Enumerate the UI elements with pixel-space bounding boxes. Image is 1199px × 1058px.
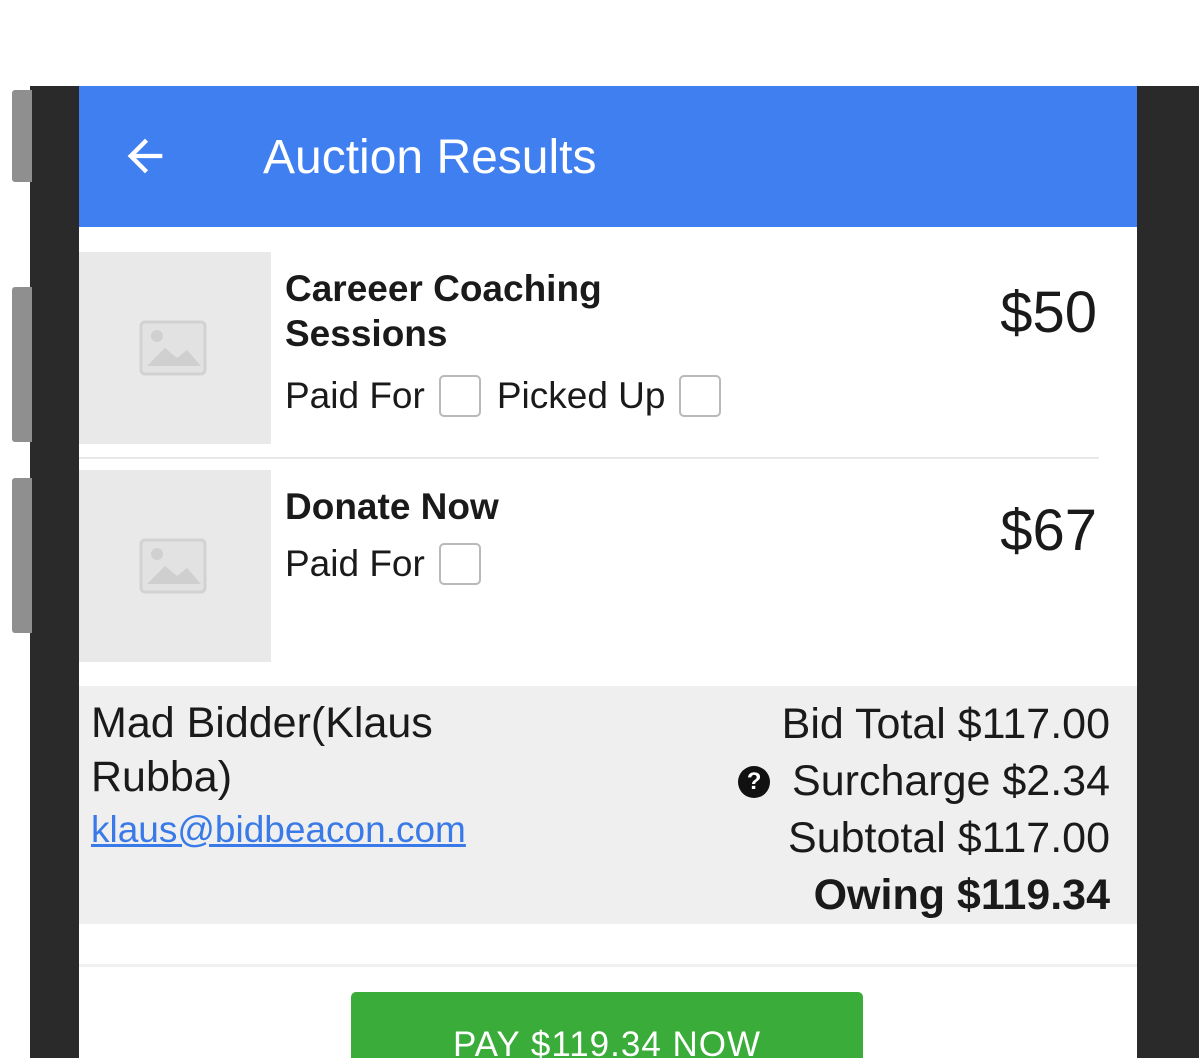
paid-for-checkbox[interactable] (438, 375, 481, 417)
volume-up-key (12, 90, 32, 182)
paid-for-label: Paid For (285, 543, 425, 584)
app-bar: Auction Results (79, 86, 1137, 227)
back-button[interactable] (119, 130, 179, 182)
auction-item[interactable]: Careeer Coaching Sessions $50 Paid For P… (79, 252, 1099, 459)
surcharge: Surcharge $2.34 (792, 757, 1110, 805)
item-price: $67 (1000, 498, 1097, 563)
power-key (12, 478, 32, 633)
arrow-left-icon (127, 138, 163, 174)
totals: Bid Total $117.00 ? Surcharge $2.34 Subt… (738, 696, 1110, 924)
question-circle-icon[interactable]: ? (738, 765, 771, 798)
item-price: $50 (1000, 280, 1097, 345)
pay-now-button[interactable]: PAY $119.34 NOW (351, 992, 863, 1058)
item-thumbnail (79, 252, 271, 444)
bidder-summary: Mad Bidder(Klaus Rubba) klaus@bidbeacon.… (79, 686, 1137, 924)
subtotal: Subtotal $117.00 (788, 814, 1110, 862)
picked-up-checkbox[interactable] (679, 375, 722, 417)
bidder-name: Mad Bidder(Klaus Rubba) (91, 699, 433, 801)
auction-item[interactable]: Donate Now $67 Paid For (79, 470, 1099, 688)
bid-total: Bid Total $117.00 (781, 700, 1110, 748)
item-title: Donate Now (285, 486, 499, 527)
item-status-checks: Paid For (285, 542, 497, 586)
picked-up-label: Picked Up (496, 375, 666, 416)
bidder-email-link[interactable]: klaus@bidbeacon.com (91, 808, 466, 852)
page-title: Auction Results (263, 131, 597, 184)
image-placeholder-icon (139, 538, 207, 594)
paid-for-checkbox[interactable] (438, 543, 481, 585)
image-placeholder-icon (139, 320, 207, 376)
owing-total: Owing $119.34 (813, 871, 1110, 919)
volume-down-key (12, 287, 32, 442)
app-screen: Auction Results Careeer Coaching Session… (79, 86, 1137, 1058)
paid-for-label: Paid For (285, 375, 425, 416)
stage: Auction Results Careeer Coaching Session… (0, 0, 1199, 1058)
item-title: Careeer Coaching Sessions (285, 268, 602, 354)
item-status-checks: Paid For Picked Up (285, 374, 737, 418)
divider (79, 964, 1137, 967)
surcharge-row: ? Surcharge $2.34 (738, 753, 1110, 810)
item-thumbnail (79, 470, 271, 662)
